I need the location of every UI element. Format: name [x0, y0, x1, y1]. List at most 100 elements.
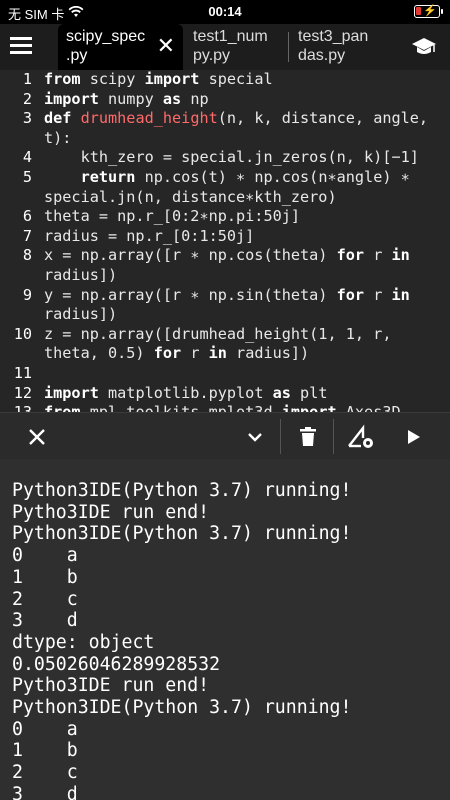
- keyword-token: from: [44, 70, 81, 88]
- tab-label-line1: test1_num: [193, 28, 268, 45]
- console-line: 0 a: [12, 545, 78, 567]
- console-line: 0 a: [12, 718, 78, 740]
- code-token: kth_zero = special.jn_zeros(n, k)[−1]: [44, 148, 419, 167]
- code-token: scipy: [80, 70, 145, 88]
- tab-label-line1: test3_pan: [298, 28, 369, 45]
- keyword-token: in: [391, 285, 410, 304]
- code-token: plt: [290, 383, 328, 402]
- keyword-token: import: [144, 70, 200, 88]
- keyword-token: import: [44, 383, 99, 402]
- console-line: 2 c: [12, 762, 78, 784]
- status-time: 00:14: [208, 4, 242, 19]
- line-number: 9: [22, 285, 32, 304]
- code-token: radius]): [226, 344, 310, 363]
- console-line: Python3IDE(Python 3.7) running!: [12, 697, 352, 719]
- code-line: 10 z = np.array([drumhead_height(1, 1, r,…: [0, 325, 450, 364]
- tab-bar: scipy_spec .py ✕ test1_num py.py test3_p…: [0, 24, 450, 70]
- code-text: import numpy as np: [32, 90, 450, 110]
- line-number: 6: [22, 207, 32, 226]
- keyword-token: for: [336, 285, 365, 304]
- console-line: 2 c: [12, 588, 78, 610]
- keyword-token: import: [282, 403, 337, 412]
- function-name-token: drumhead_height: [80, 109, 218, 128]
- hamburger-menu-icon[interactable]: [10, 37, 32, 55]
- code-token: theta = np.r_[0:2∗np.pi:50j]: [44, 207, 301, 226]
- code-text: import matplotlib.pyplot as plt: [32, 384, 450, 404]
- toolbar-divider: [333, 419, 334, 454]
- code-editor[interactable]: 1 from scipy import special 2 import numpy …: [0, 70, 450, 412]
- line-number: 2: [22, 89, 32, 108]
- keyword-token: in: [391, 246, 410, 265]
- code-text: from scipy import special: [32, 70, 450, 90]
- line-number: 10: [13, 324, 32, 343]
- keyword-token: in: [208, 344, 227, 363]
- chevron-down-icon[interactable]: [240, 413, 270, 460]
- code-line: 8x = np.array([r ∗ np.cos(theta) for r i…: [0, 246, 450, 285]
- play-icon[interactable]: [400, 413, 428, 460]
- close-icon[interactable]: ✕: [157, 35, 175, 57]
- line-number: 13: [0, 403, 32, 412]
- code-line: 3 def drumhead_height(n, k, distance, ang…: [0, 109, 450, 148]
- close-icon[interactable]: [22, 413, 52, 460]
- toolbar-divider: [280, 419, 281, 454]
- keyword-token: for: [153, 344, 182, 363]
- line-number: 11: [13, 363, 32, 382]
- code-token: np: [181, 89, 209, 108]
- tab-test3-pandas[interactable]: test3_pan das.py: [298, 24, 393, 70]
- code-token: matplotlib.pyplot: [98, 383, 273, 402]
- keyword-token: return: [80, 167, 136, 186]
- code-line: 1 from scipy import special: [0, 70, 450, 90]
- line-number: 8: [22, 246, 32, 265]
- keyword-token: from: [44, 403, 81, 412]
- tab-label-line2: das.py: [298, 47, 346, 64]
- keyword-token: def: [44, 109, 72, 128]
- code-line: 11: [0, 364, 450, 384]
- tab-scipy-spec[interactable]: scipy_spec .py ✕: [58, 24, 183, 70]
- code-text: from mpl_toolkits.mplot3d import Axes3D: [32, 403, 450, 412]
- tab-label-line2: py.py: [193, 47, 231, 64]
- tab-test1-numpy[interactable]: test1_num py.py: [193, 24, 285, 70]
- keyword-token: as: [162, 89, 182, 108]
- console-toolbar: [0, 412, 450, 459]
- console-line: 1 b: [12, 566, 78, 588]
- code-line: 5 return np.cos(t) ∗ np.cos(n∗angle) ∗ s…: [0, 168, 450, 207]
- code-text: def drumhead_height(n, k, distance, angl…: [32, 109, 450, 148]
- console-line: 0.05026046289928532: [12, 653, 221, 675]
- code-token: mpl_toolkits.mplot3d: [81, 403, 282, 412]
- code-text: x = np.array([r ∗ np.cos(theta) for r in…: [32, 246, 450, 285]
- code-token: radius = np.r_[0:1:50j]: [44, 226, 255, 245]
- graduation-cap-icon[interactable]: [411, 36, 437, 58]
- line-number: 4: [22, 148, 32, 167]
- code-token: r: [364, 246, 392, 265]
- keyword-token: as: [272, 383, 291, 402]
- console-output: Python3IDE(Python 3.7) running! Pytho3IDE…: [0, 459, 450, 800]
- line-number: 12: [13, 383, 32, 402]
- code-token: r: [364, 285, 392, 304]
- tab-divider: [288, 32, 289, 62]
- code-token: Axes3D: [337, 403, 401, 412]
- code-line: 12 import matplotlib.pyplot as plt: [0, 384, 450, 404]
- console-line: 1 b: [12, 740, 78, 762]
- console-line: Pytho3IDE run end!: [12, 501, 210, 523]
- code-line: 2 import numpy as np: [0, 90, 450, 110]
- code-text: return np.cos(t) ∗ np.cos(n∗angle) ∗ spe…: [32, 168, 450, 207]
- code-text: z = np.array([drumhead_height(1, 1, r, t…: [32, 325, 450, 364]
- battery-icon: ⚡: [414, 5, 443, 18]
- code-line: 7 radius = np.r_[0:1:50j]: [0, 227, 450, 247]
- code-line: 4 kth_zero = special.jn_zeros(n, k)[−1]: [0, 148, 450, 168]
- triangle-gear-icon[interactable]: [344, 413, 378, 460]
- line-number: 5: [22, 167, 32, 186]
- line-number: 3: [22, 109, 32, 128]
- code-text: theta = np.r_[0:2∗np.pi:50j]: [32, 207, 450, 227]
- console-line: Python3IDE(Python 3.7) running!: [12, 480, 352, 501]
- status-bar: 无 SIM 卡 00:14 ⚡: [0, 0, 450, 24]
- console-line: Python3IDE(Python 3.7) running!: [12, 523, 352, 545]
- code-token: x = np.array([r ∗ np.cos(theta): [44, 246, 337, 265]
- trash-icon[interactable]: [293, 413, 323, 460]
- line-number: 1: [22, 70, 32, 88]
- code-token: r: [181, 344, 209, 363]
- code-token: y = np.array([r ∗ np.sin(theta): [44, 285, 337, 304]
